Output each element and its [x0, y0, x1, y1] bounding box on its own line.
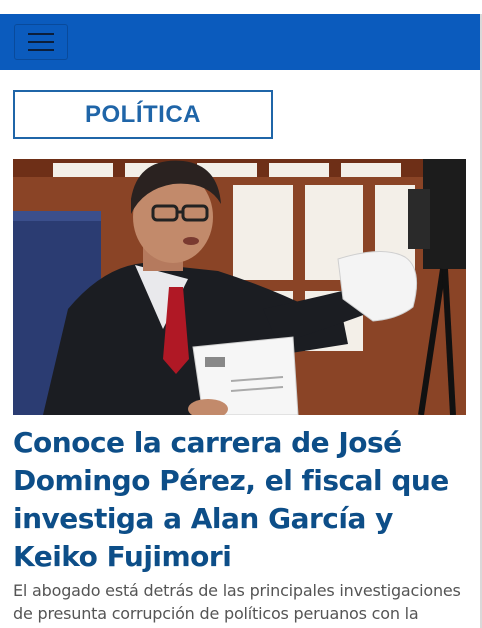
article-headline[interactable]: Conoce la carrera de José Domingo Pérez,…	[13, 424, 468, 576]
menu-bar-line	[28, 49, 54, 51]
section-tag[interactable]: POLÍTICA	[13, 90, 273, 139]
menu-bar-line	[28, 33, 54, 35]
menu-bar-line	[28, 41, 54, 43]
top-navbar	[0, 14, 480, 70]
article-photo[interactable]	[13, 159, 466, 415]
article-summary: El abogado está detrás de las principale…	[13, 581, 461, 623]
top-band	[0, 0, 482, 14]
section-label: POLÍTICA	[85, 100, 201, 128]
hamburger-menu-icon[interactable]	[14, 24, 68, 60]
article-photo-graphic	[13, 159, 466, 415]
